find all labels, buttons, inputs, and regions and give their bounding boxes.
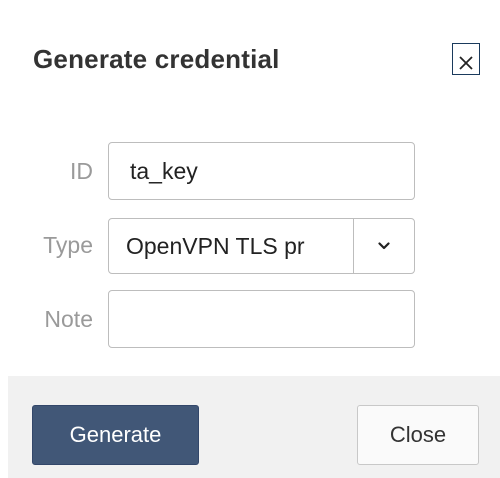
close-dialog-button[interactable]	[452, 43, 480, 75]
generate-credential-dialog: Generate credential ID Type OpenVPN TLS …	[0, 0, 500, 478]
generate-button[interactable]: Generate	[32, 405, 199, 465]
type-select-value: OpenVPN TLS pr	[126, 233, 305, 259]
id-label: ID	[70, 158, 93, 184]
type-label: Type	[43, 232, 93, 258]
type-select[interactable]: OpenVPN TLS pr	[108, 218, 415, 274]
id-input[interactable]	[108, 142, 415, 200]
chevron-down-icon	[378, 242, 390, 250]
note-label: Note	[44, 306, 93, 332]
dialog-title: Generate credential	[33, 44, 280, 74]
note-input[interactable]	[108, 290, 415, 348]
dialog-footer: Generate Close	[8, 376, 500, 478]
close-icon	[459, 56, 473, 70]
close-button[interactable]: Close	[357, 405, 479, 465]
type-select-dropdown-button[interactable]	[353, 219, 414, 273]
